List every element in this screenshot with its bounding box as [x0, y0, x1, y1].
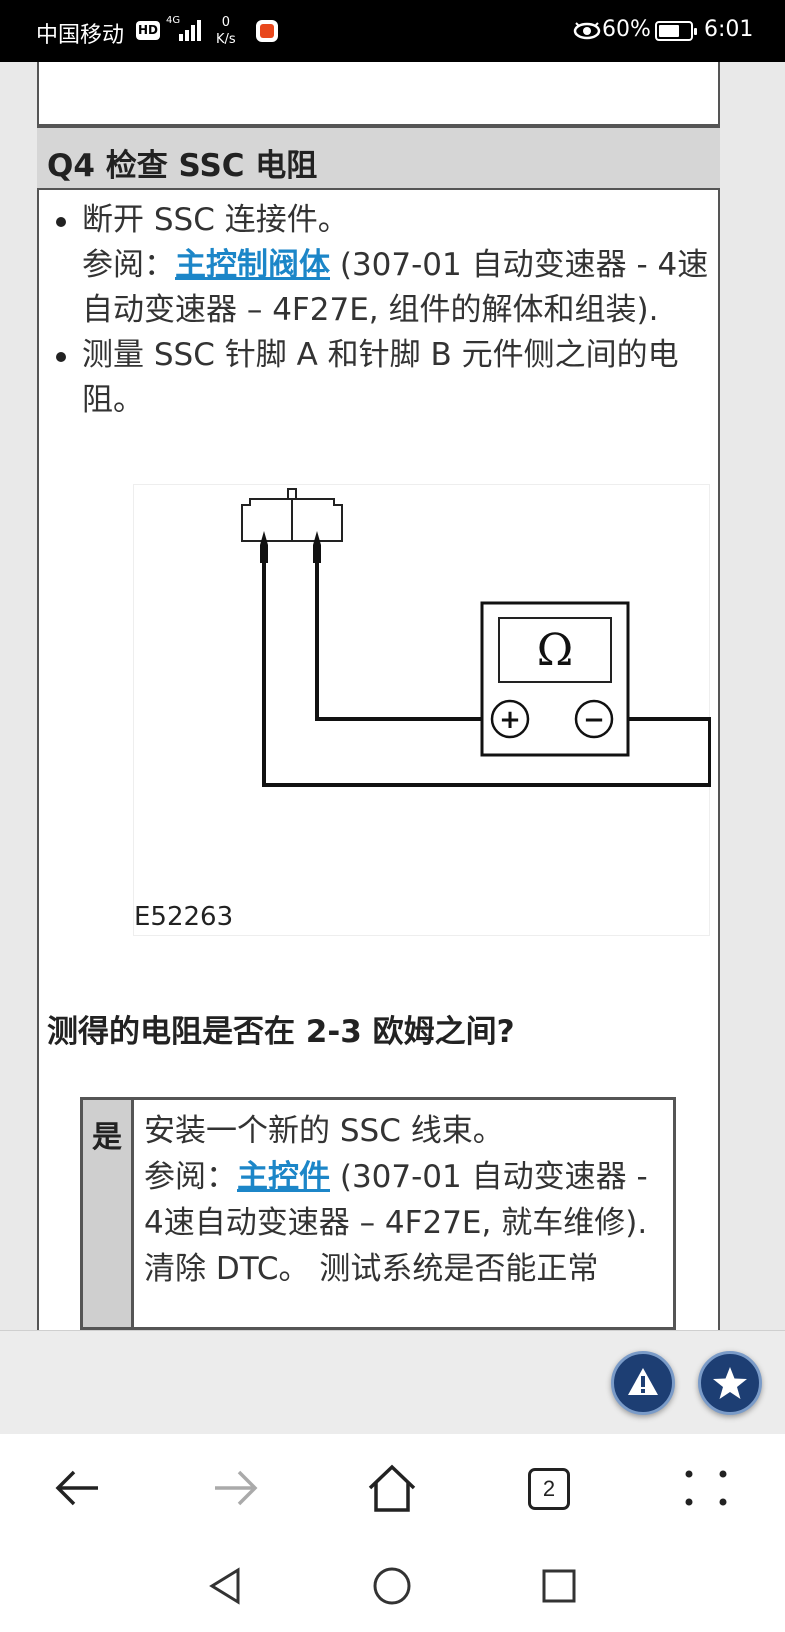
step-text: 断开 SSC 连接件。	[82, 202, 349, 238]
question-text: 测得的电阻是否在 2-3 欧姆之间?	[47, 1014, 515, 1050]
probe-b	[313, 531, 321, 563]
system-navigation-bar	[0, 1540, 785, 1632]
warning-icon	[628, 1368, 658, 1395]
ohm-symbol: Ω	[537, 625, 573, 676]
star-icon	[713, 1367, 747, 1399]
more-menu-icon[interactable]	[680, 1462, 732, 1514]
clock: 6:01	[704, 17, 754, 42]
hd-badge: HD	[136, 21, 160, 40]
eye-comfort-icon	[573, 22, 601, 40]
step-list: 断开 SSC 连接件。 参阅：主控制阀体 (307-01 自动变速器 - 4速自…	[50, 198, 714, 423]
answer-body: 安装一个新的 SSC 线束。 参阅：主控件 (307-01 自动变速器 - 4速…	[144, 1108, 674, 1292]
network-speed-value: 0	[221, 15, 230, 30]
page-gutter-left	[0, 62, 37, 1330]
carrier-name: 中国移动	[36, 23, 125, 48]
network-speed-unit: K/s	[216, 32, 236, 47]
answer-table: 是 安装一个新的 SSC 线束。 参阅：主控件 (307-01 自动变速器 - …	[80, 1097, 676, 1330]
minus-sign: −	[583, 705, 605, 735]
back-arrow-icon[interactable]	[52, 1462, 104, 1514]
battery-icon	[655, 21, 697, 41]
figure-id: E52263	[134, 902, 234, 932]
signal-icon	[179, 20, 201, 41]
system-back-icon[interactable]	[204, 1564, 248, 1608]
plus-sign: +	[499, 705, 521, 735]
tab-switcher-button[interactable]: 2	[528, 1468, 570, 1510]
answer-line: 安装一个新的 SSC 线束。	[144, 1113, 504, 1149]
forward-arrow-icon[interactable]	[209, 1462, 261, 1514]
network-speed: 0 K/s	[216, 14, 236, 48]
battery-percent: 60%	[602, 17, 651, 42]
answer-line: 清除 DTC。 测试系统是否能正常	[144, 1251, 599, 1287]
warning-button[interactable]	[611, 1351, 675, 1415]
ohmmeter-diagram: Ω + −	[241, 488, 711, 787]
status-bar: 中国移动 HD 4G 0 K/s 60% 6:01	[0, 0, 785, 62]
section-header: Q4 检查 SSC 电阻	[37, 126, 720, 190]
step-item: 断开 SSC 连接件。 参阅：主控制阀体 (307-01 自动变速器 - 4速自…	[50, 198, 714, 333]
wiring-diagram: Ω + − E52263	[133, 484, 711, 936]
main-control-link[interactable]: 主控件	[237, 1159, 330, 1195]
action-strip	[0, 1330, 785, 1434]
home-icon[interactable]	[366, 1462, 418, 1514]
system-home-icon[interactable]	[370, 1564, 414, 1608]
brave-app-icon	[256, 20, 278, 42]
reference-prefix: 参阅：	[144, 1159, 237, 1195]
wire-probe-b-to-plus	[315, 563, 494, 721]
answer-key-yes: 是	[83, 1100, 134, 1327]
reference-prefix: 参阅：	[82, 247, 175, 283]
probe-a	[260, 531, 268, 563]
section-title: Q4 检查 SSC 电阻	[47, 148, 318, 184]
system-recents-icon[interactable]	[537, 1564, 581, 1608]
main-valve-body-link[interactable]: 主控制阀体	[175, 247, 330, 283]
step-item: 测量 SSC 针脚 A 和针脚 B 元件侧之间的电阻。	[50, 333, 714, 423]
browser-toolbar	[0, 1434, 785, 1540]
connector-latch	[287, 488, 297, 500]
favorite-button[interactable]	[698, 1351, 762, 1415]
page-gutter-right	[720, 62, 785, 1330]
step-text: 测量 SSC 针脚 A 和针脚 B 元件侧之间的电阻。	[82, 337, 679, 418]
